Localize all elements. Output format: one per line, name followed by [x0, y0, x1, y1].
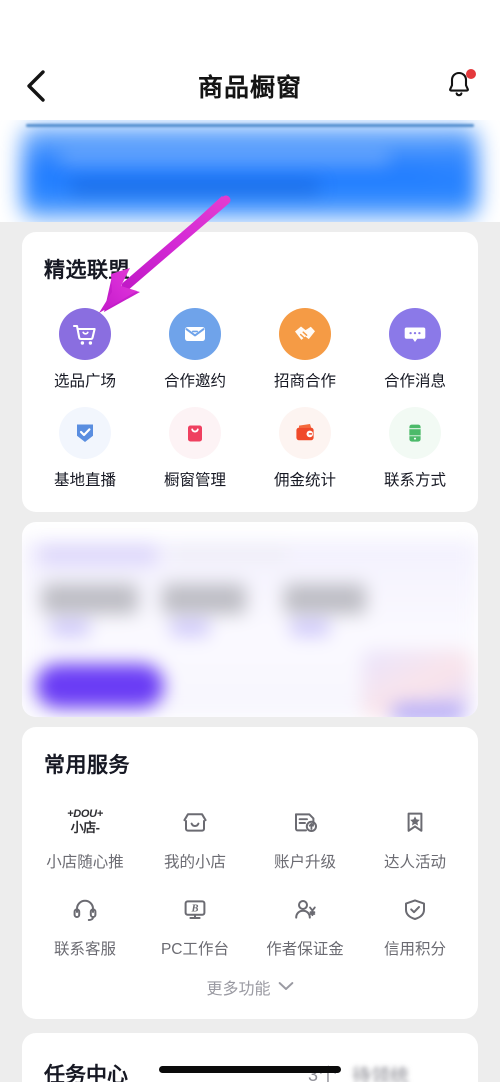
- alliance-item-zhaoshang[interactable]: 招商合作: [250, 298, 360, 397]
- envelope-icon: [169, 308, 221, 360]
- task-center-title: 任务中心: [44, 1064, 128, 1082]
- banner-top-edge: [26, 124, 474, 127]
- alliance-item-label: 合作消息: [383, 373, 446, 390]
- dou-plus-shop-logo: +DOU+ 小店-: [67, 808, 103, 835]
- alliance-grid: 选品广场 合作邀约 招商合作 合作消息 基地直播 橱窗管理 佣金统计 联系方式: [22, 284, 478, 512]
- alliance-item-chuangguanguanli[interactable]: 橱窗管理: [140, 397, 250, 496]
- alliance-item-label: 基地直播: [53, 472, 116, 489]
- shopping-bag-icon: [169, 407, 221, 459]
- headset-icon: [62, 888, 108, 930]
- status-bar-spacer: [0, 0, 500, 52]
- more-functions-button[interactable]: 更多功能: [22, 969, 478, 1019]
- task-center-row: 任务中心 3个 待领统: [22, 1033, 478, 1082]
- alliance-item-xiaoxi[interactable]: 合作消息: [360, 298, 470, 397]
- shield-check-outline-icon: [392, 888, 438, 930]
- app-screen: 商品橱窗 精选联盟 选品广场 合作邀约 招商合作 合作消息 基地直播 橱窗管理 …: [0, 0, 500, 1082]
- more-functions-label: 更多功能: [206, 981, 271, 998]
- chevron-down-icon: [278, 978, 294, 996]
- service-item-lianxikefu[interactable]: 联系客服: [30, 878, 140, 965]
- phone-device-icon: [389, 407, 441, 459]
- service-item-label: 账户升级: [273, 854, 336, 871]
- task-center-card[interactable]: 任务中心 3个 待领统: [22, 1033, 478, 1082]
- home-indicator: [159, 1066, 341, 1073]
- notification-dot: [466, 69, 476, 79]
- banner-background: [22, 126, 478, 220]
- wallet-icon: [279, 407, 331, 459]
- alliance-item-jidizhibo[interactable]: 基地直播: [30, 397, 140, 496]
- service-item-label: PC工作台: [160, 941, 230, 958]
- speech-bubble-icon: [389, 308, 441, 360]
- page-title: 商品橱窗: [197, 74, 302, 102]
- service-item-label: 我的小店: [163, 854, 226, 871]
- service-item-zuozhebaozhengjin[interactable]: 作者保证金: [250, 878, 360, 965]
- handshake-icon: [279, 308, 331, 360]
- task-status-text: 待领统: [352, 1066, 410, 1082]
- alliance-item-label: 佣金统计: [273, 472, 336, 489]
- service-item-darenhuodong[interactable]: 达人活动: [360, 791, 470, 878]
- shopping-cart-icon: [59, 308, 111, 360]
- banner-subtext-placeholder: [70, 180, 320, 194]
- alliance-item-label: 合作邀约: [163, 373, 226, 390]
- alliance-item-label: 橱窗管理: [163, 472, 226, 489]
- shield-check-icon: [59, 407, 111, 459]
- alliance-item-yaoyue[interactable]: 合作邀约: [140, 298, 250, 397]
- service-item-wodexiaodian[interactable]: 我的小店: [140, 791, 250, 878]
- services-grid: +DOU+ 小店- 小店随心推 我的小店 账户升级 达人活动 联系客服 B PC…: [22, 779, 478, 969]
- service-item-xinyongjifen[interactable]: 信用积分: [360, 878, 470, 965]
- promo-stats-card[interactable]: [22, 522, 478, 717]
- storefront-icon: [172, 801, 218, 843]
- bookmark-star-icon: [392, 801, 438, 843]
- service-item-label: 信用积分: [383, 941, 446, 958]
- alliance-item-label: 联系方式: [383, 472, 446, 489]
- service-item-label: 作者保证金: [266, 941, 344, 958]
- alliance-title: 精选联盟: [44, 259, 130, 282]
- svg-text:B: B: [190, 903, 198, 914]
- service-item-label: 达人活动: [383, 854, 446, 871]
- alliance-item-xuanpin[interactable]: 选品广场: [30, 298, 140, 397]
- services-card: 常用服务 +DOU+ 小店- 小店随心推 我的小店 账户升级 达人活动 联系客服…: [22, 727, 478, 1019]
- service-item-zhanghushengji[interactable]: 账户升级: [250, 791, 360, 878]
- service-item-label: 小店随心推: [46, 854, 124, 871]
- notification-button[interactable]: [440, 67, 478, 105]
- service-item-xiaodiansuixintui[interactable]: +DOU+ 小店- 小店随心推: [30, 791, 140, 878]
- monitor-b-icon: B: [172, 888, 218, 930]
- banner-text-placeholder: [60, 150, 390, 166]
- services-title: 常用服务: [44, 754, 130, 777]
- back-button[interactable]: [16, 66, 56, 106]
- chevron-left-icon: [25, 69, 47, 103]
- person-yen-icon: [282, 888, 328, 930]
- service-item-label: 联系客服: [53, 941, 116, 958]
- document-upgrade-icon: [282, 801, 328, 843]
- alliance-item-yongjintongji[interactable]: 佣金统计: [250, 397, 360, 496]
- service-item-pcgongzuotai[interactable]: B PC工作台: [140, 878, 250, 965]
- alliance-card: 精选联盟 选品广场 合作邀约 招商合作 合作消息 基地直播 橱窗管理 佣金统计 …: [22, 232, 478, 512]
- page-header: 商品橱窗: [0, 52, 500, 120]
- promo-banner[interactable]: [0, 120, 500, 222]
- alliance-item-label: 招商合作: [273, 373, 336, 390]
- alliance-item-label: 选品广场: [53, 373, 116, 390]
- alliance-item-lianxifangshi[interactable]: 联系方式: [360, 397, 470, 496]
- promo-card-blurred-content: [22, 522, 478, 717]
